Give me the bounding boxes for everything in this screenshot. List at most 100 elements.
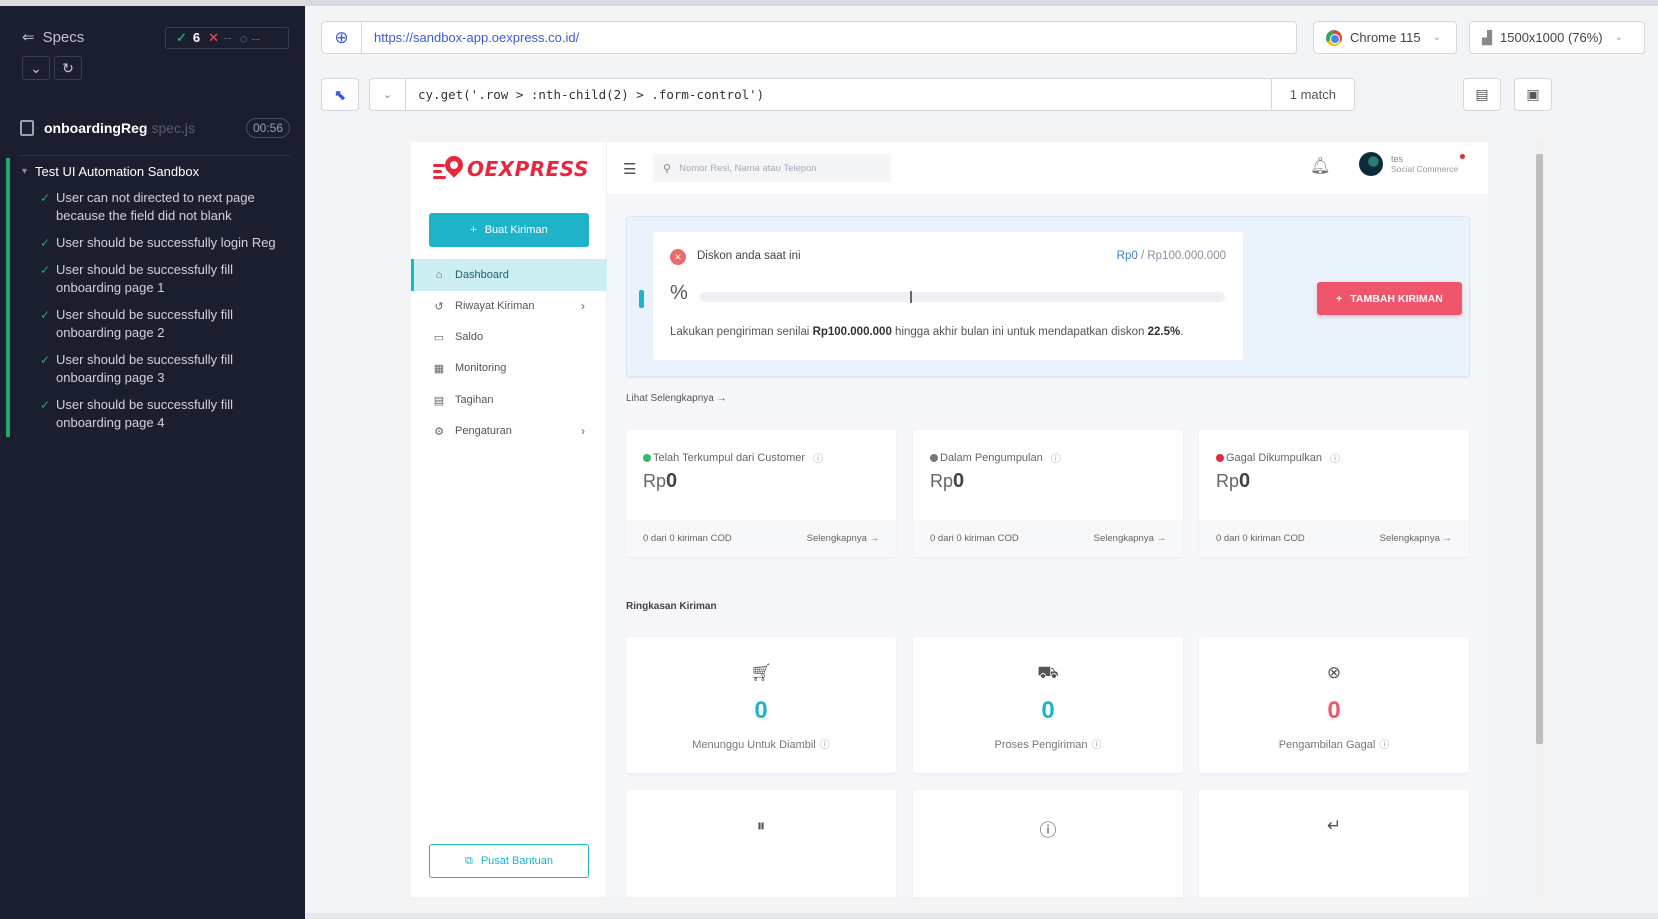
- info-icon[interactable]: ⓘ: [1379, 740, 1389, 751]
- url-bar[interactable]: ⊕ https://sandbox-app.oexpress.co.id/: [321, 21, 1297, 54]
- status-dot: [643, 453, 651, 462]
- selector-mode-chevron-icon[interactable]: ⌄: [370, 79, 406, 110]
- selector-playground-icon[interactable]: ⬉: [321, 78, 359, 111]
- specs-header[interactable]: ⇐ Specs: [22, 28, 84, 47]
- bell-icon[interactable]: 🔔︎: [1310, 156, 1330, 176]
- sidebar-item-monitoring[interactable]: ▦ Monitoring: [411, 352, 607, 384]
- viewport-selector[interactable]: ▟ 1500x1000 (76%) ⌄: [1469, 21, 1645, 54]
- see-more-link[interactable]: Lihat Selengkapnya →: [626, 393, 727, 404]
- user-role: Social Commerce: [1391, 164, 1459, 174]
- rerun-icon[interactable]: ↻: [54, 56, 82, 80]
- info-icon[interactable]: ⓘ: [813, 450, 823, 465]
- sidebar-item-tagihan[interactable]: ▤ Tagihan: [411, 384, 607, 416]
- logo-text: OEXPRESS: [467, 157, 589, 181]
- external-link-icon: ⧉: [464, 854, 473, 867]
- arrow-right-icon: →: [716, 393, 727, 404]
- sidebar-item-saldo[interactable]: ▭ Saldo: [411, 321, 607, 353]
- user-menu[interactable]: tes Social Commerce: [1359, 152, 1466, 176]
- sidebar-item-pengaturan[interactable]: ⚙ Pengaturan ›: [411, 415, 607, 447]
- scrollbar-thumb[interactable]: [1536, 154, 1543, 744]
- discount-label: Diskon anda saat ini: [697, 250, 801, 262]
- browser-selector[interactable]: Chrome 115 ⌄: [1313, 21, 1457, 54]
- see-details-link[interactable]: Selengkapnya →: [807, 533, 879, 544]
- cod-count: 0 dari 0 kiriman COD: [643, 533, 732, 544]
- card-footer: 0 dari 0 kiriman COD Selengkapnya →: [1199, 520, 1469, 557]
- plus-icon: +: [470, 224, 477, 236]
- status-dot: [1216, 453, 1224, 462]
- shipment-status-card[interactable]: ↵: [1199, 790, 1469, 897]
- logo-pin-icon: [433, 152, 467, 182]
- file-icon: [20, 120, 34, 136]
- arrow-right-icon: →: [1442, 533, 1453, 544]
- check-icon: ✓: [40, 263, 51, 277]
- test-item[interactable]: ✓ User should be successfully fill onboar…: [10, 392, 305, 437]
- clipboard-icon[interactable]: ▤: [1463, 78, 1501, 111]
- test-item[interactable]: ✓ User should be successfully login Reg: [10, 230, 305, 257]
- url-text[interactable]: https://sandbox-app.oexpress.co.id/: [362, 30, 579, 45]
- print-panel-icon[interactable]: ▣: [1514, 78, 1552, 111]
- specs-back-icon[interactable]: ⇐: [22, 28, 35, 46]
- discount-current: Rp0: [1116, 250, 1138, 262]
- see-details-link[interactable]: Selengkapnya →: [1094, 533, 1166, 544]
- failed-count: ✕ --: [208, 30, 232, 45]
- shipment-status-card[interactable]: ⏸︎: [626, 790, 896, 897]
- spec-duration: 00:56: [245, 118, 290, 138]
- test-item[interactable]: ✓ User should be successfully fill onboar…: [10, 347, 305, 392]
- check-icon: ✓: [40, 308, 51, 322]
- sidebar-item-dashboard[interactable]: ⌂ Dashboard: [411, 259, 607, 291]
- test-title: User should be successfully fill onboard…: [56, 307, 234, 340]
- see-details-link[interactable]: Selengkapnya →: [1380, 533, 1452, 544]
- test-title: User should be successfully login Reg: [56, 235, 276, 250]
- test-item[interactable]: ✓ User should be successfully fill onboar…: [10, 302, 305, 347]
- create-shipment-label: Buat Kiriman: [484, 224, 548, 236]
- info-icon[interactable]: ⓘ: [1330, 450, 1340, 465]
- test-item[interactable]: ✓ User can not directed to next page beca…: [10, 185, 305, 230]
- discount-card: ✕ Diskon anda saat ini Rp0 / Rp100.000.0…: [653, 232, 1243, 360]
- help-center-button[interactable]: ⧉ Pusat Bantuan: [429, 844, 589, 878]
- app-scrollbar[interactable]: [1535, 142, 1544, 897]
- sidebar-item-label: Tagihan: [455, 394, 494, 406]
- selector-input[interactable]: ⌄ cy.get('.row > :nth-child(2) > .form-c…: [369, 78, 1355, 111]
- collapse-chevron-icon[interactable]: ⌄: [22, 56, 50, 80]
- info-icon[interactable]: ⓘ: [1091, 740, 1101, 751]
- selector-code[interactable]: cy.get('.row > :nth-child(2) > .form-con…: [406, 87, 764, 102]
- hamburger-icon[interactable]: ☰: [623, 160, 636, 178]
- add-shipment-button[interactable]: + TAMBAH KIRIMAN: [1317, 282, 1462, 315]
- runner-divider: [18, 155, 290, 156]
- suite-title[interactable]: ▾ Test UI Automation Sandbox: [10, 158, 305, 185]
- cod-summary-card: Telah Terkumpul dari Customer ⓘ Rp0 0 dari …: [626, 430, 896, 557]
- card-footer: 0 dari 0 kiriman COD Selengkapnya →: [626, 520, 896, 557]
- search-input[interactable]: ⚲ Nomor Resi, Nama atau Telepon: [653, 154, 891, 182]
- shipment-status-card[interactable]: ⓘ: [913, 790, 1183, 897]
- history-icon: ↺: [434, 300, 444, 313]
- chevron-right-icon: ›: [581, 299, 585, 313]
- oexpress-logo[interactable]: OEXPRESS: [433, 152, 589, 182]
- passed-count: ✓ 6: [176, 30, 201, 45]
- truck-icon: ⛟: [1037, 663, 1059, 682]
- shipment-status-card[interactable]: ⊗ 0 Pengambilan Gagal ⓘ: [1199, 637, 1469, 773]
- chevron-right-icon: ›: [581, 424, 585, 438]
- sidebar-item-label: Saldo: [455, 331, 484, 343]
- status-label: Pengambilan Gagal ⓘ: [1278, 739, 1390, 751]
- shipment-status-card[interactable]: 🛒︎ 0 Menunggu Untuk Diambil ⓘ: [626, 637, 896, 773]
- test-item[interactable]: ✓ User should be successfully fill onboar…: [10, 257, 305, 302]
- avatar: [1359, 152, 1383, 176]
- test-title: User can not directed to next page becau…: [56, 190, 255, 223]
- shipment-status-card[interactable]: ⛟ 0 Proses Pengiriman ⓘ: [913, 637, 1183, 773]
- card-amount: Rp0: [1216, 470, 1251, 492]
- cod-summary-card: Gagal Dikumpulkan ⓘ Rp0 0 dari 0 kiriman CO…: [1199, 430, 1469, 557]
- info-icon[interactable]: ⓘ: [820, 740, 830, 751]
- sidebar-item-label: Monitoring: [455, 362, 507, 374]
- crosshair-icon[interactable]: ⊕: [322, 22, 362, 53]
- gear-icon: ⚙: [434, 425, 444, 438]
- create-shipment-button[interactable]: + Buat Kiriman: [429, 213, 589, 247]
- arrow-right-icon: →: [1156, 533, 1167, 544]
- x-circle-icon: ⊗: [1326, 663, 1342, 682]
- spec-file-row[interactable]: onboardingReg spec.js 00:56: [20, 118, 290, 138]
- cod-summary-card: Dalam Pengumpulan ⓘ Rp0 0 dari 0 kiriman CO…: [913, 430, 1183, 557]
- sidebar-item-riwayat-kiriman[interactable]: ↺ Riwayat Kiriman ›: [411, 290, 607, 322]
- discount-target: / Rp100.000.000: [1140, 250, 1226, 262]
- info-icon[interactable]: ⓘ: [1051, 450, 1061, 465]
- plus-icon: +: [1336, 292, 1343, 305]
- cart-icon: 🛒︎: [750, 663, 772, 682]
